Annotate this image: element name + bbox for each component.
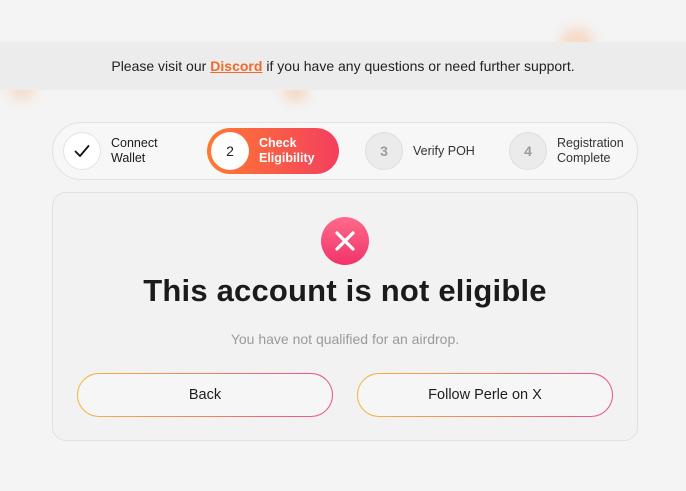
discord-link[interactable]: Discord <box>210 58 262 74</box>
step-label: Verify POH <box>413 143 475 158</box>
step-check-eligibility: 2 Check Eligibility <box>207 128 339 174</box>
step-number: 2 <box>211 132 249 170</box>
result-subtitle: You have not qualified for an airdrop. <box>230 331 460 347</box>
step-number: 3 <box>365 132 403 170</box>
result-title: This account is not eligible <box>143 273 547 308</box>
support-banner: Please visit our Discord if you have any… <box>0 42 686 90</box>
step-verify-poh: 3 Verify POH <box>361 128 491 174</box>
step-label: Check Eligibility <box>259 136 315 165</box>
check-icon <box>63 132 101 170</box>
banner-suffix: if you have any questions or need furthe… <box>266 58 575 74</box>
step-registration-complete: 4 Registration Complete <box>505 128 635 174</box>
step-connect-wallet: Connect Wallet <box>59 128 199 174</box>
follow-perle-button[interactable]: Follow Perle on X <box>357 373 613 417</box>
banner-prefix: Please visit our <box>111 58 207 74</box>
step-label: Registration Complete <box>557 136 624 165</box>
back-button[interactable]: Back <box>77 373 333 417</box>
step-label: Connect Wallet <box>111 136 158 165</box>
step-number: 4 <box>509 132 547 170</box>
eligibility-result-card: This account is not eligible You have no… <box>52 192 638 441</box>
close-icon <box>321 217 369 265</box>
progress-stepper: Connect Wallet 2 Check Eligibility 3 Ver… <box>52 122 638 180</box>
